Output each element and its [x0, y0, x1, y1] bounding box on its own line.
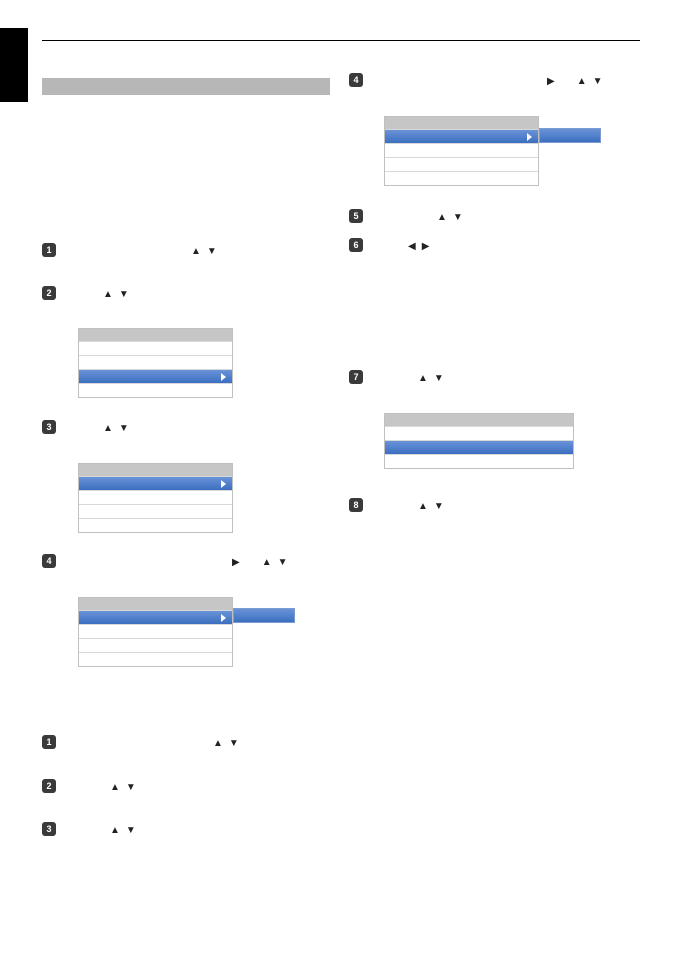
chevron-right-icon	[221, 614, 226, 622]
down-icon: ▼	[119, 289, 129, 300]
nav-arrows: ▲ ▼	[110, 825, 136, 836]
up-icon: ▲	[110, 825, 120, 836]
nav-arrows: ▲ ▼	[191, 246, 217, 257]
nav-arrows: ◀ ▶	[408, 241, 429, 252]
side-tab	[0, 28, 28, 102]
up-icon: ▲	[577, 76, 587, 87]
down-icon: ▼	[593, 76, 603, 87]
menu-row[interactable]	[385, 426, 573, 440]
submenu-flyout[interactable]	[233, 608, 295, 623]
up-icon: ▲	[103, 289, 113, 300]
step-badge-7: 7	[349, 370, 363, 384]
menu-header	[79, 598, 232, 610]
right-icon: ▶	[232, 557, 240, 568]
nav-arrows: ▲ ▼	[103, 289, 129, 300]
menu-row-selected[interactable]	[79, 369, 232, 383]
chevron-right-icon	[221, 373, 226, 381]
top-rule	[42, 40, 640, 41]
menu-header	[79, 464, 232, 476]
up-icon: ▲	[437, 212, 447, 223]
menu-row-selected[interactable]	[385, 440, 573, 454]
right-icon: ▶	[547, 76, 555, 87]
section-heading-bar	[42, 78, 330, 95]
step-badge-3b: 3	[42, 822, 56, 836]
menu-header	[385, 117, 538, 129]
step-badge-1: 1	[42, 243, 56, 257]
step-badge-3: 3	[42, 420, 56, 434]
up-icon: ▲	[418, 501, 428, 512]
up-icon: ▲	[262, 557, 272, 568]
nav-arrows: ▶ ▲ ▼	[547, 76, 603, 87]
nav-arrows: ▲ ▼	[103, 423, 129, 434]
menu-header	[79, 329, 232, 341]
chevron-right-icon	[527, 133, 532, 141]
menu-box[interactable]	[78, 463, 233, 533]
down-icon: ▼	[126, 782, 136, 793]
nav-arrows: ▲ ▼	[418, 373, 444, 384]
menu-row-selected[interactable]	[79, 476, 232, 490]
up-icon: ▲	[110, 782, 120, 793]
nav-arrows: ▲ ▼	[110, 782, 136, 793]
menu-row-selected[interactable]	[385, 129, 538, 143]
nav-arrows: ▲ ▼	[418, 501, 444, 512]
menu-box[interactable]	[78, 597, 233, 667]
down-icon: ▼	[453, 212, 463, 223]
down-icon: ▼	[434, 501, 444, 512]
menu-row[interactable]	[79, 518, 232, 532]
down-icon: ▼	[229, 738, 239, 749]
nav-arrows: ▶ ▲ ▼	[232, 557, 288, 568]
step-badge-6: 6	[349, 238, 363, 252]
submenu-flyout[interactable]	[539, 128, 601, 143]
right-icon: ▶	[422, 241, 430, 252]
step-badge-8: 8	[349, 498, 363, 512]
menu-row[interactable]	[385, 157, 538, 171]
nav-arrows: ▲ ▼	[213, 738, 239, 749]
up-icon: ▲	[213, 738, 223, 749]
menu-row[interactable]	[79, 383, 232, 397]
step-badge-2b: 2	[42, 779, 56, 793]
down-icon: ▼	[278, 557, 288, 568]
nav-arrows: ▲ ▼	[437, 212, 463, 223]
down-icon: ▼	[126, 825, 136, 836]
menu-row[interactable]	[385, 454, 573, 468]
menu-row[interactable]	[385, 143, 538, 157]
menu-header	[385, 414, 573, 426]
up-icon: ▲	[103, 423, 113, 434]
up-icon: ▲	[418, 373, 428, 384]
menu-row[interactable]	[79, 652, 232, 666]
down-icon: ▼	[119, 423, 129, 434]
step-badge-4r: 4	[349, 73, 363, 87]
menu-row[interactable]	[385, 171, 538, 185]
menu-row-selected[interactable]	[79, 610, 232, 624]
left-icon: ◀	[408, 241, 416, 252]
down-icon: ▼	[207, 246, 217, 257]
menu-row[interactable]	[79, 341, 232, 355]
menu-row[interactable]	[79, 504, 232, 518]
menu-box[interactable]	[78, 328, 233, 398]
chevron-right-icon	[221, 480, 226, 488]
menu-row[interactable]	[79, 638, 232, 652]
menu-box[interactable]	[384, 413, 574, 469]
step-badge-2: 2	[42, 286, 56, 300]
menu-box[interactable]	[384, 116, 539, 186]
menu-row[interactable]	[79, 490, 232, 504]
menu-row[interactable]	[79, 624, 232, 638]
step-badge-5: 5	[349, 209, 363, 223]
down-icon: ▼	[434, 373, 444, 384]
step-badge-1b: 1	[42, 735, 56, 749]
up-icon: ▲	[191, 246, 201, 257]
step-badge-4: 4	[42, 554, 56, 568]
menu-row[interactable]	[79, 355, 232, 369]
